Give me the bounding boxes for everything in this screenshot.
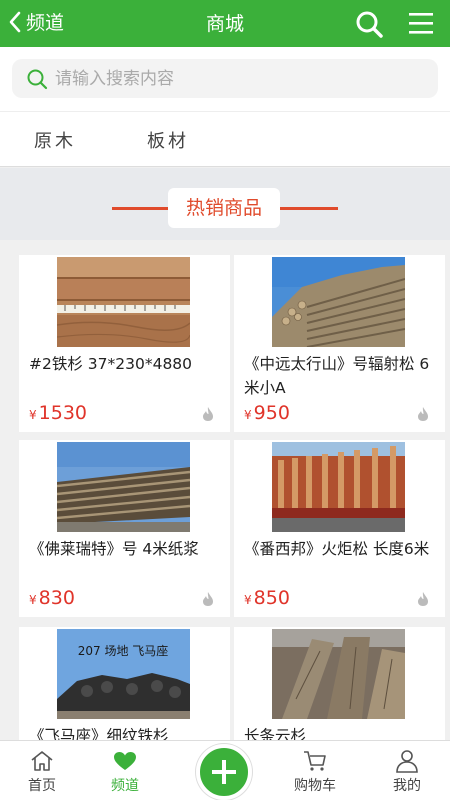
- image-caption: 207 场地 飞马座: [78, 643, 169, 658]
- category-tab-logs[interactable]: 原木: [34, 127, 76, 153]
- price-value: 1530: [38, 402, 87, 424]
- search-input[interactable]: [55, 68, 415, 89]
- product-grid: #2铁杉 37*230*4880 ¥1530 《中远太行山》号辐射松 6米小A …: [0, 240, 450, 740]
- tab-home[interactable]: 首页: [7, 749, 77, 795]
- tab-label: 我的: [393, 778, 421, 794]
- product-name: 《飞马座》细纹铁杉: [29, 727, 169, 740]
- price-value: 850: [253, 587, 290, 609]
- product-price: ¥1530: [29, 402, 87, 424]
- cart-icon: [304, 751, 326, 771]
- home-icon: [31, 751, 53, 771]
- user-icon: [396, 750, 418, 773]
- tab-label: 购物车: [294, 778, 336, 794]
- tab-label: 首页: [28, 778, 56, 794]
- product-image: [272, 257, 405, 347]
- product-card[interactable]: 207 场地 飞马座 《飞马座》细纹铁杉 ¥1130: [19, 627, 230, 740]
- product-name: #2铁杉 37*230*4880: [29, 355, 193, 373]
- currency-symbol: ¥: [244, 408, 252, 422]
- product-card[interactable]: #2铁杉 37*230*4880 ¥1530: [19, 255, 230, 432]
- hot-section-header: 热销商品: [0, 168, 450, 240]
- heart-icon: [114, 752, 136, 770]
- category-tab-boards[interactable]: 板材: [147, 127, 189, 153]
- tab-label: 频道: [111, 778, 139, 794]
- currency-symbol: ¥: [29, 593, 37, 607]
- top-bar: 频道 商城: [0, 0, 450, 47]
- fire-icon: [418, 592, 428, 606]
- tab-cart[interactable]: 购物车: [280, 749, 350, 795]
- product-image: [57, 257, 190, 347]
- product-name: 《佛莱瑞特》号 4米纸浆: [29, 540, 199, 558]
- product-card[interactable]: 长条云杉 ¥1130: [234, 627, 445, 740]
- currency-symbol: ¥: [244, 593, 252, 607]
- fire-icon: [203, 592, 213, 606]
- plus-icon[interactable]: [196, 744, 252, 800]
- divider-right: [280, 207, 338, 210]
- product-name: 长条云杉: [244, 727, 307, 740]
- product-price: ¥950: [244, 402, 290, 424]
- product-price: ¥850: [244, 587, 290, 609]
- product-card[interactable]: 《番西邦》火炬松 长度6米 ¥850: [234, 440, 445, 617]
- product-image: [57, 442, 190, 532]
- product-card[interactable]: 《中远太行山》号辐射松 6米小A ¥950: [234, 255, 445, 432]
- product-name: 《番西邦》火炬松 长度6米: [244, 540, 430, 558]
- product-image: [272, 442, 405, 532]
- price-value: 830: [38, 587, 75, 609]
- section-title: 热销商品: [168, 188, 280, 228]
- search-bar: [0, 47, 450, 111]
- fire-icon: [203, 407, 213, 421]
- category-tabs: 原木 板材: [0, 111, 450, 167]
- product-price: ¥830: [29, 587, 75, 609]
- fire-icon: [418, 407, 428, 421]
- search-icon[interactable]: [355, 10, 383, 38]
- product-image: [272, 629, 405, 719]
- menu-icon[interactable]: [407, 11, 435, 35]
- divider-left: [112, 207, 170, 210]
- product-name: 《中远太行山》号辐射松 6米小A: [244, 355, 430, 397]
- search-icon: [27, 69, 48, 89]
- product-image: 207 场地 飞马座: [57, 629, 190, 719]
- price-value: 950: [253, 402, 290, 424]
- bottom-tab-bar: 首页 频道 购物车 我的: [0, 740, 450, 800]
- tab-profile[interactable]: 我的: [372, 749, 442, 795]
- search-box[interactable]: [12, 59, 438, 98]
- currency-symbol: ¥: [29, 408, 37, 422]
- tab-channel[interactable]: 频道: [90, 749, 160, 795]
- product-card[interactable]: 《佛莱瑞特》号 4米纸浆 ¥830: [19, 440, 230, 617]
